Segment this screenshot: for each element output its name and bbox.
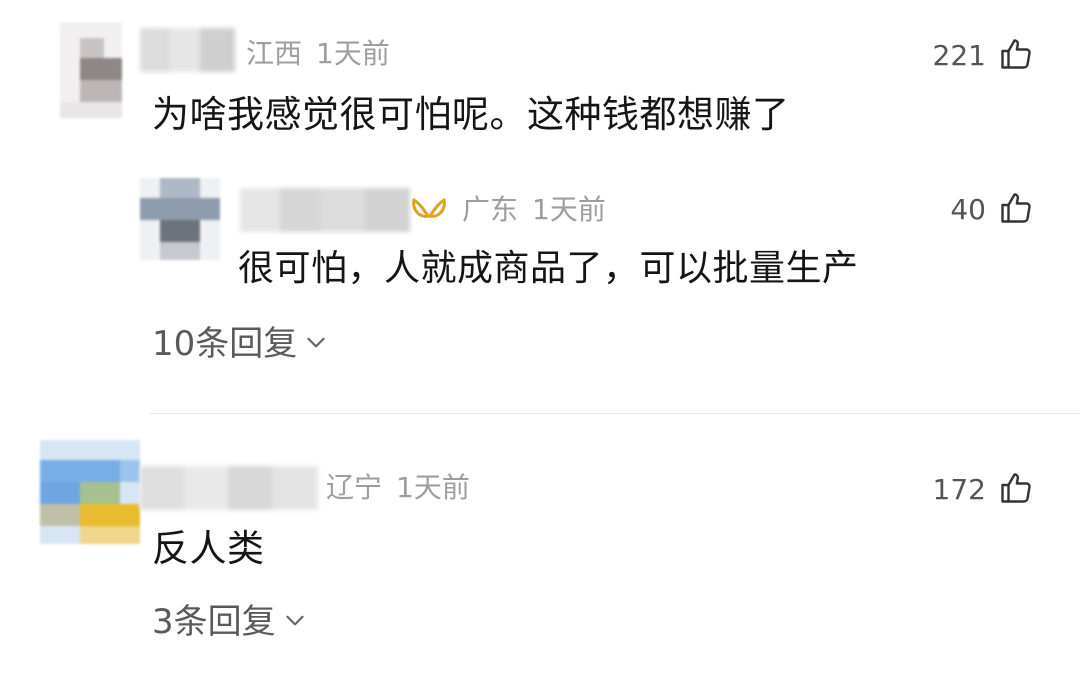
timestamp: 1天前 — [532, 193, 606, 226]
comment-meta: 江西 1天前 — [246, 36, 390, 72]
timestamp: 1天前 — [396, 471, 470, 504]
avatar[interactable] — [60, 22, 122, 118]
username-blurred[interactable] — [240, 188, 410, 232]
region-label: 辽宁 — [326, 471, 383, 504]
comment-meta: 辽宁 1天前 — [326, 470, 470, 506]
username-blurred[interactable] — [140, 28, 235, 72]
expand-replies-button[interactable]: 10条回复 — [152, 322, 329, 366]
like-button[interactable]: 172 — [933, 470, 1034, 510]
comment-text: 反人类 — [152, 527, 265, 570]
comment-text: 为啥我感觉很可怕呢。这种钱都想赚了 — [152, 93, 790, 136]
region-label: 广东 — [462, 193, 519, 226]
timestamp: 1天前 — [316, 37, 390, 70]
ribbon-badge-icon — [410, 194, 448, 230]
like-button[interactable]: 40 — [950, 190, 1034, 230]
avatar[interactable] — [140, 178, 220, 260]
thumbs-up-icon — [998, 36, 1034, 76]
expand-replies-label: 10条回复 — [152, 324, 298, 364]
region-label: 江西 — [246, 37, 303, 70]
avatar[interactable] — [40, 440, 140, 544]
like-button[interactable]: 221 — [933, 36, 1034, 76]
thumbs-up-icon — [998, 190, 1034, 230]
reply-meta: 广东 1天前 — [462, 192, 606, 228]
like-count: 172 — [932, 473, 986, 506]
chevron-down-icon — [297, 322, 329, 366]
reply-text: 很可怕，人就成商品了，可以批量生产 — [238, 248, 859, 289]
thumbs-up-icon — [998, 470, 1034, 510]
expand-replies-button[interactable]: 3条回复 — [152, 600, 308, 644]
expand-replies-label: 3条回复 — [152, 602, 276, 642]
like-count: 221 — [932, 39, 986, 72]
chevron-down-icon — [276, 600, 308, 644]
username-blurred[interactable] — [140, 466, 318, 510]
like-count: 40 — [950, 193, 986, 226]
divider — [150, 413, 1080, 414]
